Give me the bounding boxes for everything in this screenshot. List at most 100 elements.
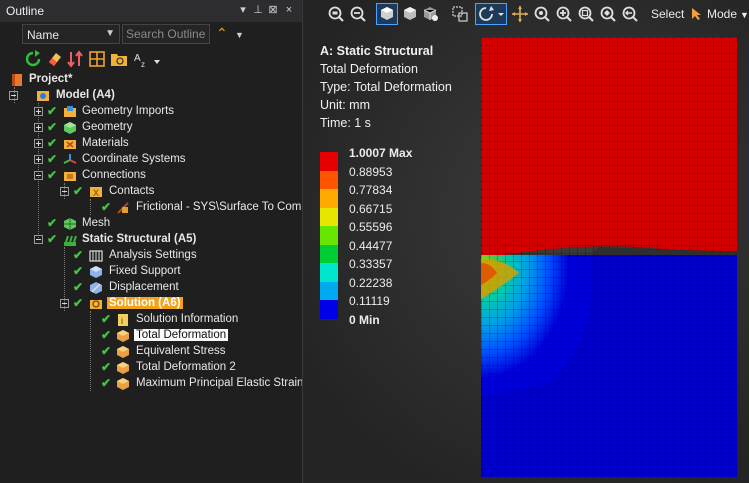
- result-icon: [117, 346, 129, 358]
- check-icon: ✔: [47, 216, 58, 230]
- check-icon: ✔: [47, 168, 58, 182]
- check-icon: ✔: [47, 136, 58, 150]
- pan-icon[interactable]: [511, 5, 529, 23]
- coordinate-systems-icon: [63, 154, 77, 164]
- result-type: Type: Total Deformation: [320, 80, 452, 94]
- box-select-icon[interactable]: [451, 5, 469, 23]
- legend-value: 0.44477: [349, 238, 393, 253]
- deformation-contour-plot[interactable]: [481, 37, 737, 477]
- graphics-toolbar: Select Mode ▼: [303, 0, 749, 28]
- legend-value: 1.0007 Max: [349, 146, 413, 160]
- zoom-to-fit-icon[interactable]: [599, 5, 617, 23]
- search-input[interactable]: [122, 24, 210, 44]
- legend-swatch: [320, 207, 338, 226]
- filter-select[interactable]: Name ▼: [22, 24, 120, 44]
- legend-swatch: [320, 170, 338, 189]
- alphabetical-sort-icon[interactable]: A z: [134, 50, 162, 68]
- collapse-toggle[interactable]: [60, 187, 69, 196]
- analysis-settings-icon: [89, 250, 103, 262]
- expand-toggle[interactable]: [34, 123, 43, 132]
- result-unit: Unit: mm: [320, 98, 370, 112]
- legend-swatch: [320, 300, 338, 319]
- search-up-icon[interactable]: ⌃: [216, 25, 228, 42]
- collapse-toggle[interactable]: [34, 171, 43, 180]
- check-icon: ✔: [101, 376, 112, 390]
- check-icon: ✔: [73, 248, 84, 262]
- result-icon: [117, 330, 129, 342]
- zoom-previous-icon[interactable]: [621, 5, 639, 23]
- mode-label: Mode: [707, 7, 738, 21]
- zoom-fit-icon[interactable]: [327, 5, 345, 23]
- collapse-toggle[interactable]: [34, 235, 43, 244]
- check-icon: ✔: [101, 344, 112, 358]
- chevron-down-icon: ▼: [105, 28, 115, 39]
- zoom-out-icon[interactable]: [349, 5, 367, 23]
- check-icon: ✔: [101, 360, 112, 374]
- solution-information-icon: i: [118, 314, 128, 326]
- collapse-toggle[interactable]: [60, 299, 69, 308]
- check-icon: ✔: [47, 152, 58, 166]
- svg-text:X: X: [93, 188, 99, 198]
- geometry-icon: [64, 122, 76, 134]
- zoom-box-icon[interactable]: [577, 5, 595, 23]
- legend-swatch: [320, 152, 338, 171]
- result-icon: [117, 378, 129, 390]
- result-time: Time: 1 s: [320, 116, 371, 130]
- outline-titlebar: Outline ▾ ⊥ ⊠ ×: [0, 0, 302, 22]
- legend-value: 0.22238: [349, 275, 393, 290]
- solution-icon: [90, 300, 102, 309]
- refresh-icon[interactable]: [24, 50, 42, 68]
- check-icon: ✔: [47, 232, 58, 246]
- pin-icon[interactable]: ⊥: [251, 3, 265, 17]
- rotate-icon[interactable]: [475, 3, 507, 25]
- svg-text:i: i: [121, 316, 123, 326]
- expand-all-icon[interactable]: [88, 50, 106, 68]
- outline-title: Outline: [6, 4, 45, 18]
- geometry-imports-icon: [64, 106, 76, 117]
- chevron-down-icon: ▼: [740, 10, 749, 20]
- legend-value: 0 Min: [349, 312, 380, 327]
- mesh-icon: [64, 218, 76, 230]
- upper-body-mesh: [481, 37, 737, 259]
- outline-toolbar: A z: [0, 48, 302, 72]
- materials-icon: [64, 140, 76, 149]
- graphics-viewport[interactable]: Select Mode ▼ A: Static Structural Total …: [303, 0, 749, 483]
- project-icon: [12, 74, 22, 86]
- outline-panel: Outline ▾ ⊥ ⊠ × Name ▼ ⌃ ▼: [0, 0, 303, 483]
- fixed-support-icon: [90, 266, 102, 278]
- sort-icon[interactable]: [66, 50, 84, 68]
- search-options-icon[interactable]: ▼: [235, 30, 244, 40]
- folder-filter-icon[interactable]: [110, 50, 128, 68]
- check-icon: ✔: [73, 264, 84, 278]
- zoom-icon[interactable]: [533, 5, 551, 23]
- legend-value: 0.66715: [349, 201, 393, 216]
- zoom-in-icon[interactable]: [555, 5, 573, 23]
- wireframe-view-icon[interactable]: [421, 5, 439, 23]
- expand-toggle[interactable]: [34, 107, 43, 116]
- check-icon: ✔: [47, 104, 58, 118]
- isometric-view-icon[interactable]: [376, 3, 398, 25]
- shaded-view-icon[interactable]: [401, 5, 419, 23]
- filter-select-value: Name: [27, 28, 60, 42]
- eraser-icon[interactable]: [46, 50, 64, 68]
- frictional-contact-icon: [117, 202, 129, 214]
- panel-menu-icon[interactable]: ▾: [236, 3, 250, 17]
- expand-toggle[interactable]: [34, 155, 43, 164]
- check-icon: ✔: [101, 312, 112, 326]
- close-icon[interactable]: ×: [282, 3, 296, 17]
- expand-toggle[interactable]: [34, 139, 43, 148]
- result-title: A: Static Structural: [320, 44, 434, 58]
- legend-swatch: [320, 244, 338, 263]
- collapse-toggle[interactable]: [9, 91, 18, 100]
- mode-dropdown[interactable]: Mode ▼: [707, 7, 749, 21]
- legend-value: 0.33357: [349, 257, 393, 271]
- maximize-icon[interactable]: ⊠: [266, 3, 280, 17]
- legend-swatch: [320, 263, 338, 282]
- legend-value: 0.77834: [349, 183, 393, 197]
- result-annotation: A: Static Structural Total Deformation T…: [320, 42, 452, 132]
- cursor-mode-icon[interactable]: [690, 7, 704, 21]
- check-icon: ✔: [101, 328, 112, 342]
- legend-swatch: [320, 226, 338, 245]
- select-button[interactable]: Select: [651, 7, 684, 21]
- result-icon: [117, 362, 129, 374]
